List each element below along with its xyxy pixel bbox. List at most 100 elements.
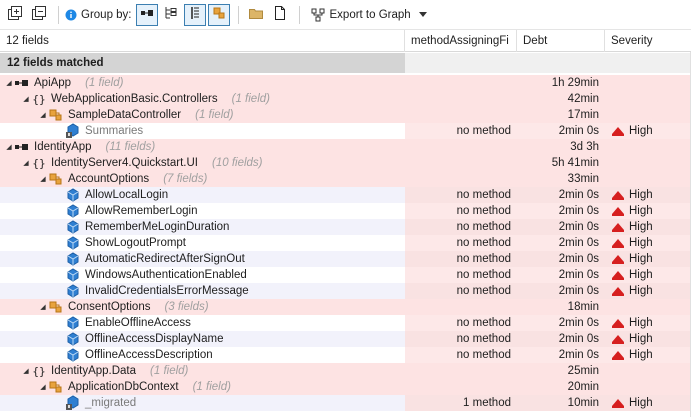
namespace-row[interactable]: ◢{} IdentityServer4.Quickstart.UI (10 fiel…: [0, 155, 691, 171]
method-cell: no method: [405, 251, 517, 267]
assembly-name: IdentityApp: [34, 141, 92, 153]
severity-cell: High: [605, 123, 691, 139]
field-row[interactable]: OfflineAccessDescription no method 2min 0s…: [0, 347, 691, 363]
severity-cell: [605, 155, 691, 171]
class-name: ApplicationDbContext: [68, 381, 179, 393]
chevron-down-icon[interactable]: [418, 11, 427, 18]
name-cell: ◢ IdentityApp (11 fields): [0, 139, 405, 155]
namespace-row[interactable]: ◢{} WebApplicationBasic.Controllers (1 fie…: [0, 91, 691, 107]
toolbar-separator: [58, 5, 59, 24]
field-row[interactable]: EnableOfflineAccess no method 2min 0s High: [0, 315, 691, 331]
field-row[interactable]: InvalidCredentialsErrorMessage no method 2…: [0, 283, 691, 299]
group-by-tree-button[interactable]: [160, 4, 182, 26]
collapse-arrow-icon[interactable]: ◢: [21, 155, 31, 171]
name-cell: ◢ SampleDataController (1 field): [0, 107, 405, 123]
method-cell: [405, 155, 517, 171]
group-by-assembly-button[interactable]: [135, 3, 158, 26]
column-header-debt[interactable]: Debt: [517, 30, 605, 52]
method-cell: [405, 299, 517, 315]
assembly-row[interactable]: ◢ IdentityApp (11 fields) 3d 3h: [0, 139, 691, 155]
assembly-row[interactable]: ◢ ApiApp (1 field) 1h 29min: [0, 75, 691, 91]
debt-cell: 5h 41min: [517, 155, 605, 171]
group-by-type-button[interactable]: [207, 3, 230, 26]
method-cell: no method: [405, 187, 517, 203]
collapse-all-button[interactable]: [28, 4, 50, 26]
field-name: OfflineAccessDescription: [85, 349, 213, 361]
field-row[interactable]: Summaries no method 2min 0s High: [0, 123, 691, 139]
field-row[interactable]: OfflineAccessDisplayName no method 2min 0s…: [0, 331, 691, 347]
field-row[interactable]: RememberMeLoginDuration no method 2min 0s H…: [0, 219, 691, 235]
name-cell: ◢{} IdentityServer4.Quickstart.UI (10 fiel…: [0, 155, 405, 171]
severity-cell: High: [605, 187, 691, 203]
name-cell: _migrated: [0, 395, 405, 411]
name-cell: EnableOfflineAccess: [0, 315, 405, 331]
class-row[interactable]: ◢ SampleDataController (1 field) 17min: [0, 107, 691, 123]
field-icon: [65, 235, 81, 251]
field-row[interactable]: _migrated 1 method 10min High: [0, 395, 691, 411]
field-row[interactable]: AutomaticRedirectAfterSignOut no method 2m…: [0, 251, 691, 267]
method-cell: 1 method: [405, 395, 517, 411]
method-cell: [405, 107, 517, 123]
folder-button[interactable]: [245, 4, 267, 26]
field-icon: [65, 347, 81, 363]
column-header-fields[interactable]: 12 fields: [0, 30, 405, 52]
field-count: (1 field): [150, 365, 189, 377]
column-header-severity[interactable]: Severity: [605, 30, 691, 52]
debt-cell: 2min 0s: [517, 331, 605, 347]
method-cell: [405, 91, 517, 107]
field-icon: [65, 315, 81, 331]
debt-cell: 2min 0s: [517, 219, 605, 235]
collapse-arrow-icon[interactable]: ◢: [38, 107, 48, 123]
debt-cell: 33min: [517, 171, 605, 187]
field-count: (1 field): [85, 77, 124, 89]
severity-high-icon: [611, 270, 625, 280]
collapse-arrow-icon[interactable]: ◢: [21, 363, 31, 379]
namespace-row[interactable]: ◢{} IdentityApp.Data (1 field) 25min: [0, 363, 691, 379]
field-row[interactable]: WindowsAuthenticationEnabled no method 2mi…: [0, 267, 691, 283]
severity-label: High: [629, 333, 653, 345]
severity-high-icon: [611, 318, 625, 328]
info-icon: [65, 9, 77, 21]
collapse-arrow-icon[interactable]: ◢: [38, 171, 48, 187]
severity-label: High: [629, 221, 653, 233]
field-icon: [65, 187, 81, 203]
collapse-arrow-icon[interactable]: ◢: [21, 91, 31, 107]
field-count: (1 field): [192, 381, 231, 393]
namespace-name: IdentityServer4.Quickstart.UI: [51, 157, 198, 169]
collapse-arrow-icon[interactable]: ◢: [38, 299, 48, 315]
severity-label: High: [629, 349, 653, 361]
export-to-graph-button[interactable]: Export to Graph: [306, 7, 431, 23]
severity-cell: High: [605, 267, 691, 283]
severity-label: High: [629, 253, 653, 265]
class-row[interactable]: ◢ AccountOptions (7 fields) 33min: [0, 171, 691, 187]
field-count: (7 fields): [163, 173, 208, 185]
expand-all-button[interactable]: [4, 4, 26, 26]
class-row[interactable]: ◢ ConsentOptions (3 fields) 18min: [0, 299, 691, 315]
name-cell: ◢ ApplicationDbContext (1 field): [0, 379, 405, 395]
document-button[interactable]: [269, 4, 291, 26]
field-row[interactable]: ShowLogoutPrompt no method 2min 0s High: [0, 235, 691, 251]
field-row[interactable]: AllowLocalLogin no method 2min 0s High: [0, 187, 691, 203]
method-cell: no method: [405, 315, 517, 331]
field-name: AllowRememberLogin: [85, 205, 198, 217]
namespace-icon: {}: [31, 363, 47, 379]
severity-label: High: [629, 205, 653, 217]
field-icon: [65, 251, 81, 267]
field-row[interactable]: AllowRememberLogin no method 2min 0s High: [0, 203, 691, 219]
matched-banner: 12 fields matched: [0, 53, 405, 73]
collapse-arrow-icon[interactable]: ◢: [4, 75, 14, 91]
group-by-namespace-button[interactable]: [183, 3, 206, 26]
matched-banner-filler: [405, 53, 691, 73]
severity-high-icon: [611, 398, 625, 408]
name-cell: ◢{} IdentityApp.Data (1 field): [0, 363, 405, 379]
collapse-arrow-icon[interactable]: ◢: [38, 379, 48, 395]
debt-cell: 2min 0s: [517, 347, 605, 363]
collapse-arrow-icon[interactable]: ◢: [4, 139, 14, 155]
toolbar: Group by: Export to Graph: [0, 0, 691, 30]
field-name: RememberMeLoginDuration: [85, 221, 230, 233]
severity-high-icon: [611, 254, 625, 264]
column-header: 12 fields methodAssigningFi Debt Severit…: [0, 30, 691, 52]
svg-text:{}: {}: [32, 365, 45, 378]
class-row[interactable]: ◢ ApplicationDbContext (1 field) 20min: [0, 379, 691, 395]
column-header-method[interactable]: methodAssigningFi: [405, 30, 517, 52]
